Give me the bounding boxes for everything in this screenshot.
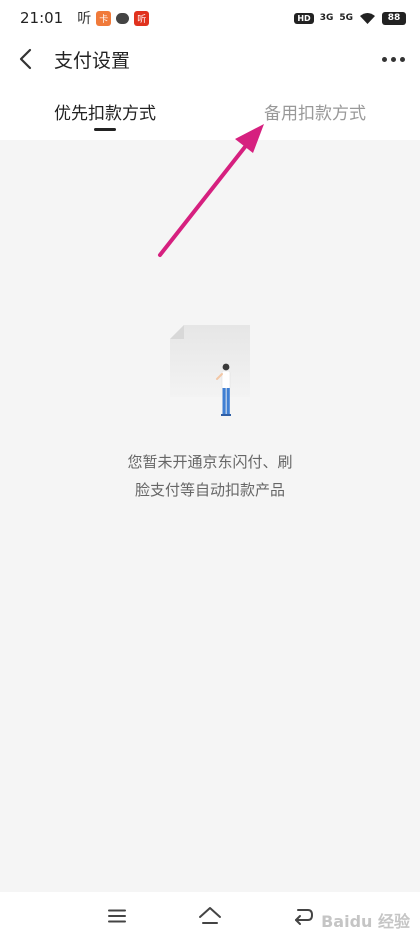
back-button[interactable] [2, 36, 48, 82]
active-tab-indicator [94, 128, 116, 131]
wifi-icon [360, 12, 375, 24]
tab-backup-deduction[interactable]: 备用扣款方式 [210, 82, 420, 140]
more-options-button[interactable] [376, 36, 410, 82]
tab-label: 备用扣款方式 [264, 103, 366, 124]
signal-5g: 5G [339, 13, 353, 23]
battery-icon: 88 [382, 11, 406, 25]
empty-state-message: 您暂未开通京东闪付、刷 脸支付等自动扣款产品 [110, 448, 310, 504]
tab-preferred-deduction[interactable]: 优先扣款方式 [0, 82, 210, 140]
home-icon [198, 907, 221, 924]
empty-state-line: 您暂未开通京东闪付、刷 [127, 453, 293, 471]
more-dot-icon [390, 56, 396, 62]
status-time: 21:01 [20, 9, 64, 27]
payment-tabs: 优先扣款方式 备用扣款方式 [0, 82, 420, 140]
listen-app-icon: 听 [77, 11, 92, 27]
page-header: 支付设置 [0, 36, 420, 82]
status-bar: 21:01 听 卡 听 HD 3G 5G 88 [0, 0, 420, 36]
signal-3g: 3G [319, 13, 334, 23]
back-icon [295, 909, 314, 925]
message-bubble-icon [116, 12, 130, 24]
menu-icon [107, 909, 126, 923]
tab-label: 优先扣款方式 [54, 103, 156, 124]
card-app-icon: 卡 [96, 10, 112, 26]
page-title: 支付设置 [54, 49, 131, 72]
chevron-left-icon [19, 48, 32, 70]
watermark: Baidu 经验 [321, 912, 410, 931]
menu-button[interactable] [95, 896, 139, 936]
empty-document-person-illustration [170, 325, 250, 416]
home-button[interactable] [188, 896, 232, 936]
listen-red-app-icon: 听 [134, 10, 150, 26]
empty-state-line: 脸支付等自动扣款产品 [134, 481, 285, 499]
more-dot-icon [381, 56, 387, 62]
system-back-button[interactable] [281, 896, 325, 936]
hd-badge: HD [294, 12, 314, 24]
more-dot-icon [399, 56, 405, 62]
